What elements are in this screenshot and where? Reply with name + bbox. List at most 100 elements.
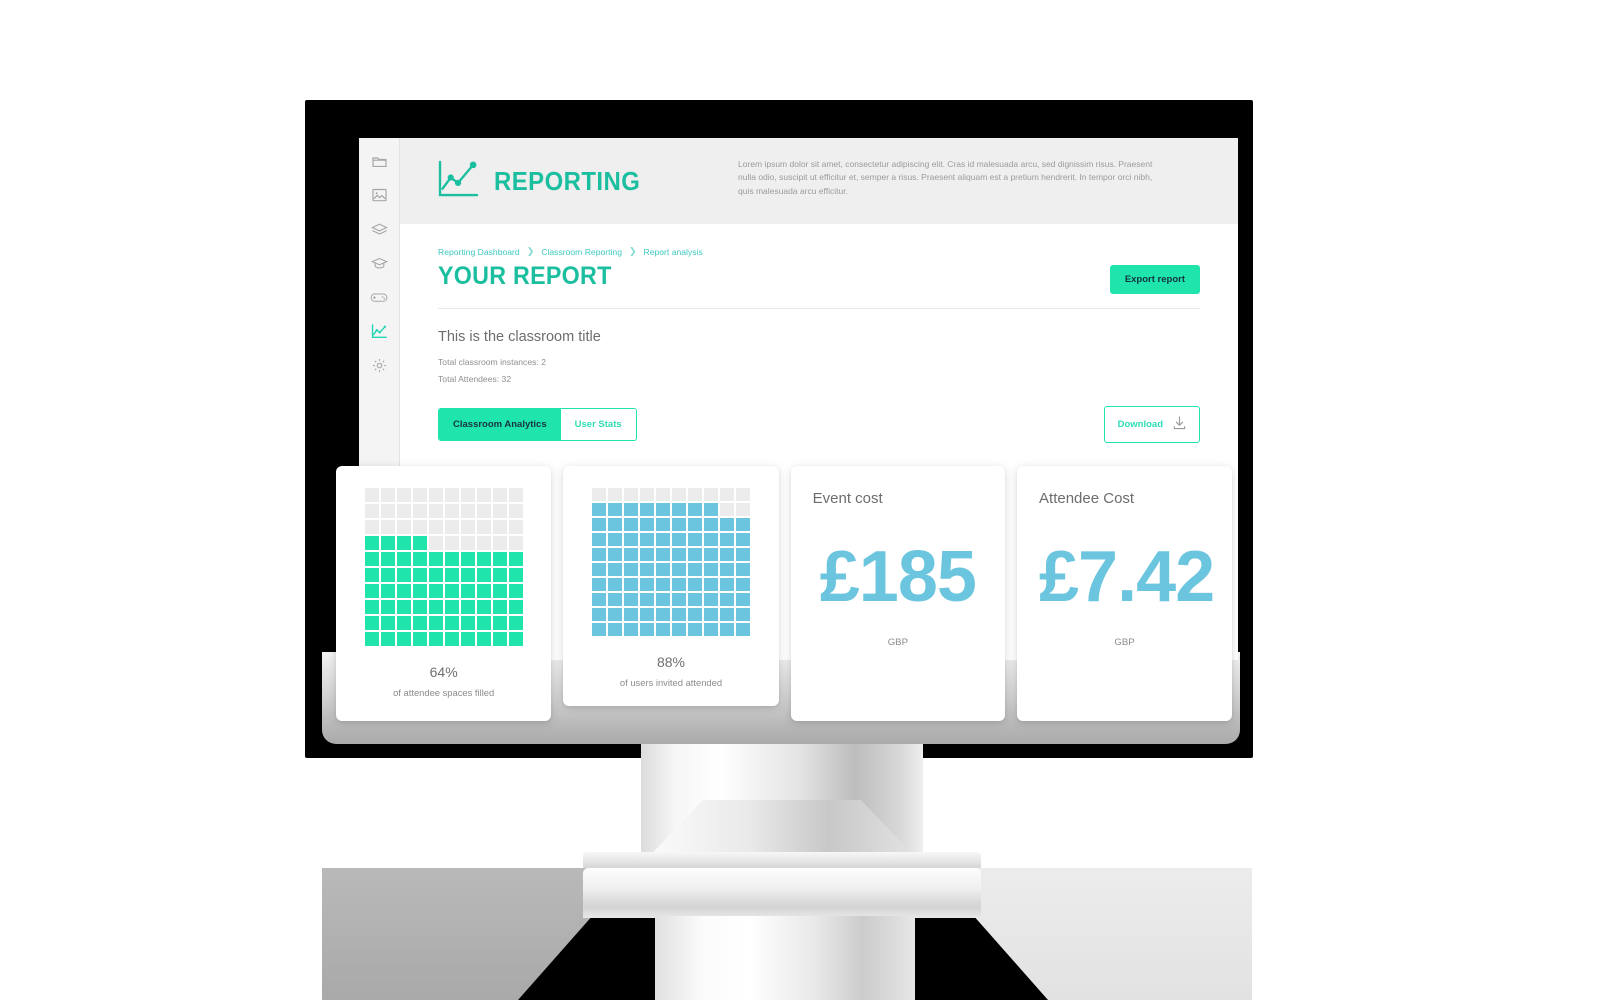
- sidebar-item-courses[interactable]: [359, 246, 400, 280]
- waffle-cell: [655, 578, 670, 591]
- waffle-cell: [639, 608, 654, 621]
- waffle-cell: [607, 578, 622, 591]
- waffle-cell: [687, 548, 702, 561]
- waffle-cell: [591, 548, 606, 561]
- game-controller-icon: [370, 291, 388, 303]
- waffle-cell: [735, 563, 750, 576]
- waffle-cell: [671, 518, 686, 531]
- chevron-right-icon: ❯: [628, 246, 637, 256]
- waffle-cell: [703, 563, 718, 576]
- waffle-cell: [412, 552, 427, 566]
- waffle-cell: [655, 623, 670, 636]
- sidebar-item-media[interactable]: [359, 178, 400, 212]
- waffle-cell: [703, 503, 718, 516]
- download-button[interactable]: Download: [1103, 406, 1200, 443]
- waffle-cell: [396, 584, 411, 598]
- waffle-cell: [607, 488, 622, 501]
- gear-icon: [372, 358, 387, 373]
- waffle-cell: [444, 584, 459, 598]
- waffle-cell: [364, 536, 379, 550]
- image-icon: [371, 188, 387, 202]
- waffle-cell: [607, 623, 622, 636]
- waffle-cell: [591, 608, 606, 621]
- waffle-cell: [428, 504, 443, 518]
- waffle-cell: [671, 593, 686, 606]
- sidebar-item-games[interactable]: [359, 280, 400, 314]
- breadcrumb: Reporting Dashboard ❯ Classroom Reportin…: [438, 246, 1200, 257]
- waffle-cell: [444, 568, 459, 582]
- waffle-cell: [412, 488, 427, 502]
- waffle-cell: [380, 632, 395, 646]
- waffle-cell: [492, 504, 507, 518]
- waffle-cell: [639, 623, 654, 636]
- waffle-cell: [735, 608, 750, 621]
- waffle-cell: [492, 568, 507, 582]
- waffle-cell: [623, 563, 638, 576]
- waffle-cell: [671, 548, 686, 561]
- waffle-cell: [428, 584, 443, 598]
- tab-user-stats[interactable]: User Stats: [560, 409, 636, 440]
- waffle-cell: [687, 623, 702, 636]
- waffle-cell: [671, 623, 686, 636]
- waffle-cell: [364, 504, 379, 518]
- waffle-cell: [703, 608, 718, 621]
- waffle-cell: [428, 552, 443, 566]
- waffle-cell: [492, 552, 507, 566]
- waffle-cell: [639, 533, 654, 546]
- waffle-cell: [476, 520, 491, 534]
- waffle-cell: [591, 623, 606, 636]
- waffle-cell: [396, 488, 411, 502]
- waffle-cell: [623, 488, 638, 501]
- waffle-cell: [412, 584, 427, 598]
- waffle-cell: [607, 503, 622, 516]
- waffle-cell: [428, 536, 443, 550]
- waffle-cell: [508, 600, 523, 614]
- download-icon: [1173, 416, 1186, 433]
- waffle-cell: [460, 552, 475, 566]
- waffle-cell: [476, 504, 491, 518]
- waffle-cell: [623, 608, 638, 621]
- sidebar-item-reporting[interactable]: [359, 314, 400, 348]
- waffle-cell: [735, 548, 750, 561]
- waffle-cell: [460, 568, 475, 582]
- export-report-button[interactable]: Export report: [1109, 265, 1200, 294]
- breadcrumb-item-analysis[interactable]: Report analysis: [644, 247, 703, 257]
- waffle-cell: [719, 548, 734, 561]
- monitor-base-plinth: [583, 868, 981, 918]
- sidebar-item-settings[interactable]: [359, 348, 400, 382]
- waffle-cell: [380, 488, 395, 502]
- waffle-cell: [444, 616, 459, 630]
- waffle-cell: [492, 536, 507, 550]
- waffle-cell: [703, 533, 718, 546]
- waffle-cell: [476, 600, 491, 614]
- waffle-cell: [687, 578, 702, 591]
- waffle-cell: [655, 533, 670, 546]
- sidebar-item-files[interactable]: [359, 144, 400, 178]
- waffle-cell: [412, 568, 427, 582]
- waffle-cell: [687, 503, 702, 516]
- waffle-cell: [364, 600, 379, 614]
- main-content: Reporting Dashboard ❯ Classroom Reportin…: [400, 224, 1238, 443]
- waffle-cell: [719, 533, 734, 546]
- waffle-cell: [492, 584, 507, 598]
- sidebar-item-library[interactable]: [359, 212, 400, 246]
- waffle-cell: [671, 563, 686, 576]
- card-event-cost: Event cost £185 GBP: [790, 466, 1006, 721]
- waffle-cell: [623, 548, 638, 561]
- waffle-cell: [687, 563, 702, 576]
- waffle-cell: [396, 504, 411, 518]
- waffle-cell: [655, 518, 670, 531]
- tab-classroom-analytics[interactable]: Classroom Analytics: [439, 409, 561, 440]
- waffle-cell: [591, 563, 606, 576]
- waffle-cell: [655, 503, 670, 516]
- waffle-cell: [364, 520, 379, 534]
- waffle-cell: [508, 632, 523, 646]
- waffle-cell: [364, 568, 379, 582]
- breadcrumb-item-classroom[interactable]: Classroom Reporting: [541, 247, 622, 257]
- waffle-cell: [476, 552, 491, 566]
- waffle-cell: [591, 578, 606, 591]
- waffle-cell: [719, 563, 734, 576]
- breadcrumb-item-dashboard[interactable]: Reporting Dashboard: [438, 247, 520, 257]
- waffle-cell: [671, 533, 686, 546]
- tabs-row: Classroom Analytics User Stats Download: [438, 406, 1200, 443]
